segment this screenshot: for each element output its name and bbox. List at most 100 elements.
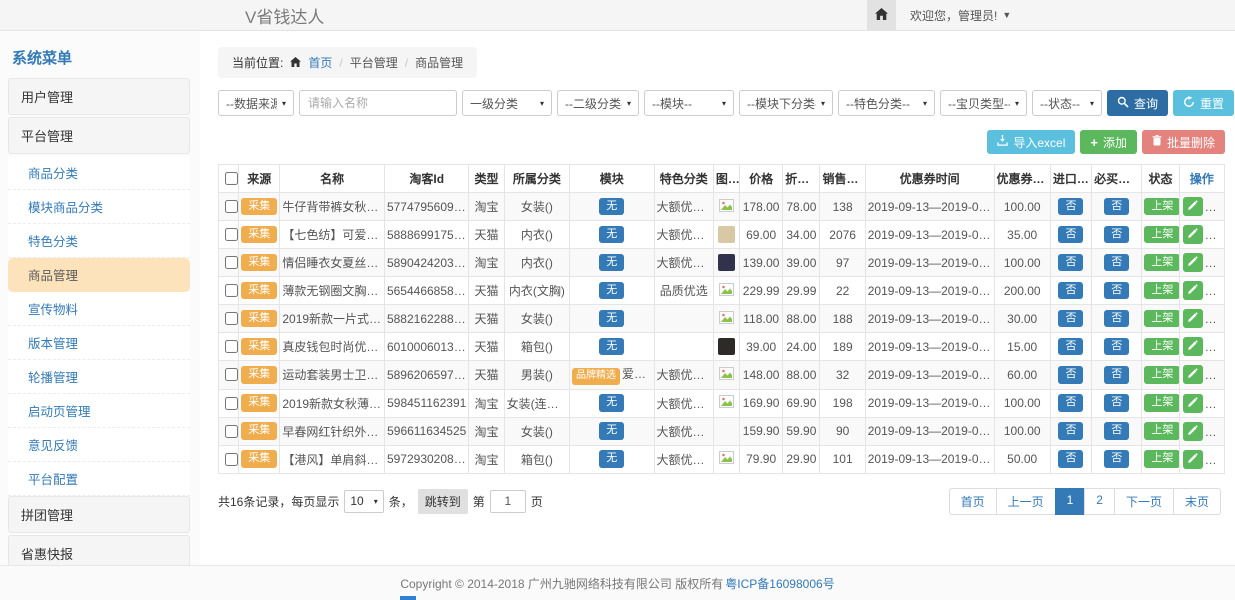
row-checkbox[interactable] (225, 200, 238, 213)
import-select-toggle[interactable]: 否 (1058, 394, 1083, 412)
sidebar-item[interactable]: 轮播管理 (8, 360, 190, 394)
select-all-checkbox[interactable] (225, 172, 238, 185)
import-select-toggle[interactable]: 否 (1058, 338, 1083, 356)
status-badge[interactable]: 上架 (1144, 366, 1179, 384)
sidebar-item[interactable]: 宣传物料 (8, 292, 190, 326)
sidebar-item[interactable]: 特色分类 (8, 224, 190, 258)
status-badge[interactable]: 上架 (1144, 226, 1179, 244)
per-page-select[interactable]: 10 ▾ (344, 490, 383, 513)
page-first[interactable]: 首页 (949, 488, 997, 515)
filter-select-category-level2[interactable]: --二级分类--▾ (557, 90, 639, 116)
page-prev[interactable]: 上一页 (996, 488, 1056, 515)
status-badge[interactable]: 上架 (1144, 422, 1179, 440)
import-select-toggle[interactable]: 否 (1058, 282, 1083, 300)
status-badge[interactable]: 上架 (1144, 338, 1179, 356)
sidebar-item[interactable]: 意见反馈 (8, 428, 190, 462)
filter-select-data-source[interactable]: --数据来源--▾ (218, 90, 294, 116)
edit-button[interactable] (1183, 450, 1203, 469)
import-select-toggle[interactable]: 否 (1058, 310, 1083, 328)
row-checkbox[interactable] (225, 256, 238, 269)
edit-button[interactable] (1183, 337, 1203, 356)
row-checkbox[interactable] (225, 228, 238, 241)
page-number[interactable]: 2 (1084, 488, 1115, 515)
row-checkbox[interactable] (225, 425, 238, 438)
sidebar-item[interactable]: 平台管理 (8, 117, 190, 154)
edit-icon (1187, 452, 1198, 467)
cell-status: 上架 (1142, 417, 1179, 445)
import-select-toggle[interactable]: 否 (1058, 198, 1083, 216)
row-checkbox[interactable] (225, 453, 238, 466)
sidebar-item[interactable]: 版本管理 (8, 326, 190, 360)
edit-button[interactable] (1183, 365, 1203, 384)
user-menu[interactable]: 欢迎您，管理员! ▼ (910, 7, 1011, 24)
page-next[interactable]: 下一页 (1114, 488, 1174, 515)
filter-select-module-subcategory[interactable]: --模块下分类--▾ (739, 90, 833, 116)
filter-select-module[interactable]: --模块--▾ (644, 90, 734, 116)
must-buy-toggle[interactable]: 否 (1104, 338, 1129, 356)
search-button[interactable]: 查询 (1107, 90, 1168, 116)
sidebar-item[interactable]: 用户管理 (8, 78, 190, 115)
filter-select-status[interactable]: --状态--▾ (1032, 90, 1102, 116)
edit-button[interactable] (1183, 309, 1203, 328)
row-checkbox[interactable] (225, 368, 238, 381)
sidebar-item[interactable]: 模块商品分类 (8, 190, 190, 224)
edit-button[interactable] (1183, 225, 1203, 244)
icp-link[interactable]: 粤ICP备16098006号 (725, 575, 834, 592)
sidebar-item[interactable]: 平台配置 (8, 462, 190, 496)
row-checkbox[interactable] (225, 312, 238, 325)
filter-select-item-type[interactable]: --宝贝类型--▾ (940, 90, 1027, 116)
must-buy-toggle[interactable]: 否 (1104, 366, 1129, 384)
sidebar-item[interactable]: 商品分类 (8, 156, 190, 190)
status-badge[interactable]: 上架 (1144, 254, 1179, 272)
add-button[interactable]: + 添加 (1080, 130, 1137, 154)
breadcrumb-home-link[interactable]: 首页 (308, 54, 332, 71)
cell-actions (1179, 277, 1224, 305)
sidebar-item[interactable]: 拼团管理 (8, 496, 190, 533)
import-select-toggle[interactable]: 否 (1058, 226, 1083, 244)
sidebar-item[interactable]: 省惠快报 (8, 535, 190, 565)
import-select-toggle[interactable]: 否 (1058, 254, 1083, 272)
import-select-toggle[interactable]: 否 (1058, 366, 1083, 384)
refresh-icon (1183, 96, 1195, 111)
edit-button[interactable] (1183, 281, 1203, 300)
cell-product-name: 【港风】单肩斜跨链条... (280, 445, 385, 473)
jump-button[interactable]: 跳转到 (418, 489, 468, 514)
filter-input-name[interactable] (299, 90, 457, 116)
batch-delete-button[interactable]: 批量删除 (1142, 130, 1225, 154)
edit-button[interactable] (1183, 197, 1203, 216)
row-checkbox[interactable] (225, 340, 238, 353)
sidebar-item[interactable]: 启动页管理 (8, 394, 190, 428)
page-number[interactable]: 1 (1055, 488, 1086, 515)
status-badge[interactable]: 上架 (1144, 450, 1179, 468)
edit-button[interactable] (1183, 394, 1203, 413)
status-badge[interactable]: 上架 (1144, 198, 1179, 216)
import-excel-button[interactable]: 导入excel (987, 130, 1075, 154)
jump-page-input[interactable] (490, 490, 526, 513)
status-badge[interactable]: 上架 (1144, 310, 1179, 328)
filter-select-category-level1[interactable]: 一级分类▾ (462, 90, 552, 116)
reset-button[interactable]: 重置 (1173, 90, 1234, 116)
must-buy-toggle[interactable]: 否 (1104, 310, 1129, 328)
must-buy-toggle[interactable]: 否 (1104, 394, 1129, 412)
must-buy-toggle[interactable]: 否 (1104, 282, 1129, 300)
import-select-toggle[interactable]: 否 (1058, 450, 1083, 468)
must-buy-toggle[interactable]: 否 (1104, 422, 1129, 440)
must-buy-toggle[interactable]: 否 (1104, 226, 1129, 244)
row-checkbox[interactable] (225, 284, 238, 297)
status-badge[interactable]: 上架 (1144, 394, 1179, 412)
caret-down-icon: ▾ (923, 99, 927, 108)
must-buy-toggle[interactable]: 否 (1104, 198, 1129, 216)
import-select-toggle[interactable]: 否 (1058, 422, 1083, 440)
edit-button[interactable] (1183, 422, 1203, 441)
edit-button[interactable] (1183, 253, 1203, 272)
edit-icon (1187, 339, 1198, 354)
home-button[interactable] (867, 0, 896, 30)
module-badge: 无 (599, 338, 624, 356)
must-buy-toggle[interactable]: 否 (1104, 450, 1129, 468)
must-buy-toggle[interactable]: 否 (1104, 254, 1129, 272)
filter-select-feature-category[interactable]: --特色分类--▾ (838, 90, 935, 116)
sidebar-item[interactable]: 商品管理 (8, 258, 190, 292)
row-checkbox[interactable] (225, 397, 238, 410)
page-last[interactable]: 末页 (1173, 488, 1221, 515)
status-badge[interactable]: 上架 (1144, 282, 1179, 300)
